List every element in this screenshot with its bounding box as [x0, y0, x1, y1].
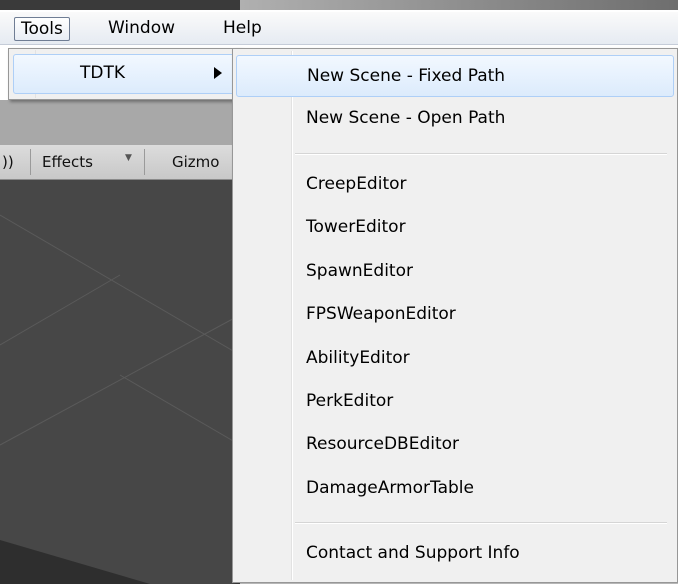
menu-item-damage-armor-table[interactable]: DamageArmorTable	[236, 468, 672, 508]
scene-toolbar: )) Effects ▼ Gizmo	[0, 145, 240, 180]
menu-item-label: AbilityEditor	[306, 348, 410, 368]
menu-separator	[295, 522, 667, 524]
menu-item-label: New Scene - Fixed Path	[307, 66, 506, 86]
menu-item-label: SpawnEditor	[306, 261, 413, 281]
menu-separator	[295, 153, 667, 155]
menu-item-resource-db-editor[interactable]: ResourceDBEditor	[236, 424, 672, 464]
scene-view[interactable]	[0, 145, 240, 584]
effects-dropdown[interactable]: Effects	[42, 153, 93, 171]
menu-item-new-scene-open-path[interactable]: New Scene - Open Path	[236, 98, 672, 138]
menu-bar: Tools Window Help	[0, 12, 678, 45]
menu-item-contact-support-info[interactable]: Contact and Support Info	[236, 533, 672, 573]
scene-grid	[0, 214, 240, 584]
menu-item-label: Contact and Support Info	[306, 543, 520, 563]
menu-item-creep-editor[interactable]: CreepEditor	[236, 164, 672, 204]
audio-toggle-icon[interactable]: ))	[2, 153, 14, 171]
gizmos-dropdown[interactable]: Gizmo	[172, 153, 219, 171]
menu-item-spawn-editor[interactable]: SpawnEditor	[236, 251, 672, 291]
editor-panel-background	[0, 100, 240, 145]
menu-item-perk-editor[interactable]: PerkEditor	[236, 381, 672, 421]
menu-item-label: PerkEditor	[306, 391, 394, 411]
menu-item-label: CreepEditor	[306, 174, 407, 194]
menu-item-label: ResourceDBEditor	[306, 434, 460, 454]
effects-dropdown-arrow-icon[interactable]: ▼	[125, 153, 132, 163]
menu-item-tdtk[interactable]: TDTK	[13, 54, 237, 94]
menu-item-label: New Scene - Open Path	[306, 108, 506, 128]
menu-item-label: TowerEditor	[306, 217, 406, 237]
tools-dropdown-menu: TDTK	[8, 48, 242, 100]
menu-item-label: DamageArmorTable	[306, 478, 474, 498]
submenu-arrow-icon	[214, 67, 222, 79]
menu-window[interactable]: Window	[102, 17, 181, 39]
menu-item-new-scene-fixed-path[interactable]: New Scene - Fixed Path	[236, 55, 674, 97]
menu-tools[interactable]: Tools	[14, 17, 70, 41]
menu-item-tower-editor[interactable]: TowerEditor	[236, 207, 672, 247]
window-top-strip-right	[240, 0, 678, 10]
menu-item-ability-editor[interactable]: AbilityEditor	[236, 338, 672, 378]
menu-item-label: FPSWeaponEditor	[306, 304, 456, 324]
menu-item-fps-weapon-editor[interactable]: FPSWeaponEditor	[236, 294, 672, 334]
menu-item-tdtk-label: TDTK	[80, 63, 126, 83]
menu-help[interactable]: Help	[217, 17, 268, 39]
tdtk-submenu: New Scene - Fixed Path New Scene - Open …	[232, 48, 678, 583]
